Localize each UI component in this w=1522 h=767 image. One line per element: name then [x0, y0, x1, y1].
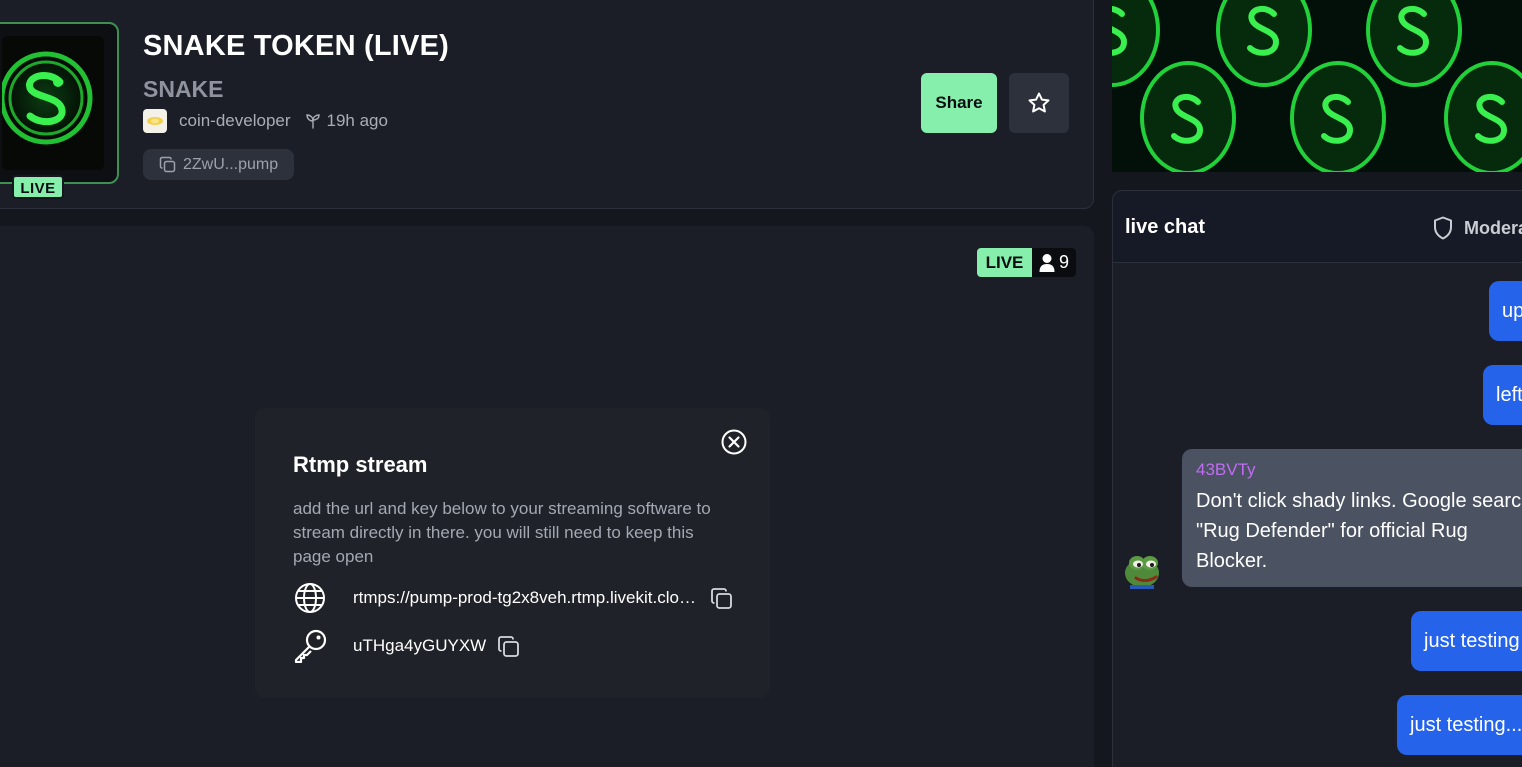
- globe-icon: [295, 583, 325, 613]
- key-icon: [294, 629, 327, 663]
- favorite-button[interactable]: [1009, 73, 1069, 133]
- chat-message-text: left: [1496, 383, 1522, 406]
- rtmp-url: rtmps://pump-prod-tg2x8veh.rtmp.livekit.…: [353, 588, 698, 607]
- moderation-button[interactable]: Moderation: [1433, 215, 1522, 241]
- chat-message-text: Don't click shady links. Google search "…: [1196, 490, 1522, 572]
- coin-banner: [1112, 0, 1522, 172]
- chat-message-other: 43BVTy Don't click shady links. Google s…: [1182, 449, 1522, 587]
- coin-logo[interactable]: [0, 22, 119, 184]
- chat-message-own: just testing: [1411, 611, 1522, 671]
- creator-avatar[interactable]: [143, 109, 167, 133]
- frog-avatar[interactable]: [1124, 549, 1162, 589]
- stream-key: uTHga4yGUYXW: [353, 636, 487, 655]
- snake-coin-logo-icon: [2, 36, 104, 170]
- frog-avatar-icon: [1125, 556, 1159, 589]
- chat-message-own: left: [1483, 365, 1522, 425]
- viewer-count-value: 9: [1058, 252, 1069, 272]
- chat-message-text: just testing...: [1410, 713, 1522, 736]
- chat-message-author[interactable]: 43BVTy: [1196, 460, 1522, 480]
- chat-message-text: just testing: [1424, 629, 1520, 652]
- moderation-label: Moderation: [1464, 217, 1522, 238]
- copy-icon: [711, 588, 732, 609]
- snake-pattern-banner-icon: [1112, 0, 1522, 172]
- viewer-count: 9: [1032, 248, 1076, 277]
- contract-address: 2ZwU...pump: [183, 155, 279, 173]
- share-button[interactable]: Share: [921, 73, 997, 133]
- creator-link[interactable]: coin-developer: [179, 111, 291, 131]
- logo-live-badge: LIVE: [12, 175, 64, 199]
- user-icon: [1039, 253, 1055, 272]
- chat-title: live chat: [1125, 216, 1206, 238]
- created-time: 19h ago: [326, 111, 388, 130]
- modal-title: Rtmp stream: [293, 452, 428, 477]
- chat-message-own: just testing...: [1397, 695, 1522, 755]
- star-icon: [1028, 92, 1050, 113]
- copy-icon: [498, 636, 519, 657]
- creator-row: coin-developer 19h ago: [143, 109, 388, 133]
- shield-icon: [1434, 216, 1452, 240]
- stream-live-badge: LIVE: [977, 248, 1032, 277]
- coin-ticker: SNAKE: [143, 76, 224, 102]
- contract-address-copy[interactable]: 2ZwU...pump: [143, 149, 295, 180]
- sprout-icon: [305, 114, 320, 129]
- copy-icon: [159, 156, 176, 172]
- modal-description: add the url and key below to your stream…: [293, 499, 711, 566]
- modal-close-button[interactable]: [720, 428, 748, 456]
- close-circle-icon: [721, 429, 747, 455]
- chat-message-own: up: [1489, 281, 1522, 341]
- chat-message-text: up: [1502, 299, 1522, 322]
- page-root: LIVE SNAKE TOKEN (LIVE) SNAKE coin-devel…: [0, 0, 1522, 767]
- copy-url-button[interactable]: [710, 587, 734, 616]
- creator-avatar-icon: [147, 117, 163, 125]
- coin-title: SNAKE TOKEN (LIVE): [143, 30, 449, 62]
- copy-key-button[interactable]: [497, 635, 521, 664]
